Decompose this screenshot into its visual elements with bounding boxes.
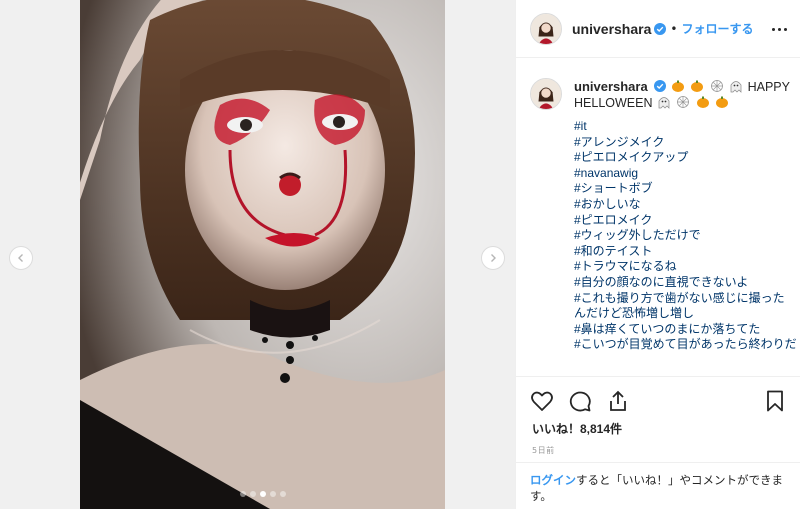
hashtag-link[interactable]: #ピエロメイク (574, 213, 790, 229)
carousel-dot (249, 491, 256, 497)
jack-o-lantern-icon (691, 80, 704, 92)
follow-button[interactable]: フォローする (681, 20, 753, 37)
post-header: univershara • フォローする (516, 0, 800, 58)
hashtag-link[interactable]: #ピエロメイクアップ (574, 150, 790, 166)
hashtag-link[interactable]: #おかしいな (574, 197, 790, 213)
chevron-left-icon (18, 254, 23, 262)
carousel-indicator (80, 491, 445, 497)
likes-count[interactable]: いいね！8,814件 (532, 420, 622, 437)
share-icon (610, 390, 626, 411)
share-button[interactable] (606, 389, 630, 413)
hashtag-link[interactable]: #ショートボブ (574, 181, 790, 197)
separator-dot: • (670, 21, 678, 36)
hashtag-link[interactable]: #navanawig (574, 166, 790, 182)
header-username[interactable]: univershara (572, 21, 651, 37)
jack-o-lantern-icon (671, 80, 684, 92)
hashtag-link[interactable]: #鼻は痒くていつのまにか落ちてた (574, 322, 790, 338)
bookmark-icon (767, 390, 783, 411)
hashtag-list: #it #アレンジメイク #ピエロメイクアップ #navanawig #ショートボブ #お… (574, 119, 797, 353)
caption-text: univershara HAPPY HELLOWEEN (574, 78, 790, 111)
carousel-dot (239, 491, 246, 497)
hashtag-link[interactable]: #it (574, 119, 790, 135)
carousel-dot (259, 491, 266, 497)
login-prompt: ログインすると「いいね！」やコメントができます。 (516, 462, 800, 509)
post-actions-bar (516, 376, 800, 424)
hashtag-link[interactable]: #ウィッグ外しただけで (574, 228, 790, 244)
carousel-next-button[interactable] (481, 246, 505, 270)
jack-o-lantern-icon (696, 96, 709, 108)
ghost-icon (658, 97, 670, 109)
chevron-right-icon (491, 254, 496, 262)
hashtag-link[interactable]: #トラウマになるね (574, 259, 790, 275)
hashtag-link[interactable]: #自分の顔なのに直視できないよ (574, 275, 790, 291)
comment-button[interactable] (568, 389, 592, 413)
ghost-icon (730, 81, 742, 93)
post-photo[interactable] (80, 0, 445, 509)
caption-avatar[interactable] (530, 78, 562, 110)
avatar[interactable] (530, 12, 562, 45)
post-side-panel: univershara • フォローする univershara HAPPY H… (515, 0, 800, 509)
user-avatar-image (531, 13, 561, 44)
heart-icon (531, 391, 553, 411)
hashtag-link[interactable]: #アレンジメイク (574, 135, 790, 151)
clown-makeup-selfie-image (80, 0, 445, 509)
spider-web-icon (677, 96, 690, 108)
more-options-icon[interactable] (770, 20, 788, 38)
carousel-dot (279, 491, 286, 497)
carousel-dot (269, 491, 276, 497)
post-timestamp[interactable]: 5日前 (532, 445, 555, 456)
caption-row: univershara HAPPY HELLOWEEN (530, 78, 790, 111)
spider-web-icon (710, 80, 723, 92)
hashtag-link[interactable]: #これも撮り方で歯がない感じに撮ったんだけど恐怖増し増し (574, 291, 790, 322)
user-avatar-image (531, 79, 561, 109)
verified-badge-icon (654, 80, 667, 92)
caption-username[interactable]: univershara (574, 79, 648, 94)
verified-badge-icon (654, 22, 667, 35)
save-button[interactable] (763, 389, 787, 413)
hashtag-link[interactable]: #和のテイスト (574, 244, 790, 260)
comments-area: univershara HAPPY HELLOWEEN #it #アレンジメイク #… (530, 78, 797, 378)
comment-bubble-icon (569, 391, 591, 411)
login-link[interactable]: ログイン (530, 475, 576, 487)
carousel-prev-button[interactable] (9, 246, 33, 270)
jack-o-lantern-icon (716, 96, 729, 108)
hashtag-link[interactable]: #こいつが目覚めて目があったら終わりだ (574, 337, 797, 353)
like-button[interactable] (530, 389, 554, 413)
